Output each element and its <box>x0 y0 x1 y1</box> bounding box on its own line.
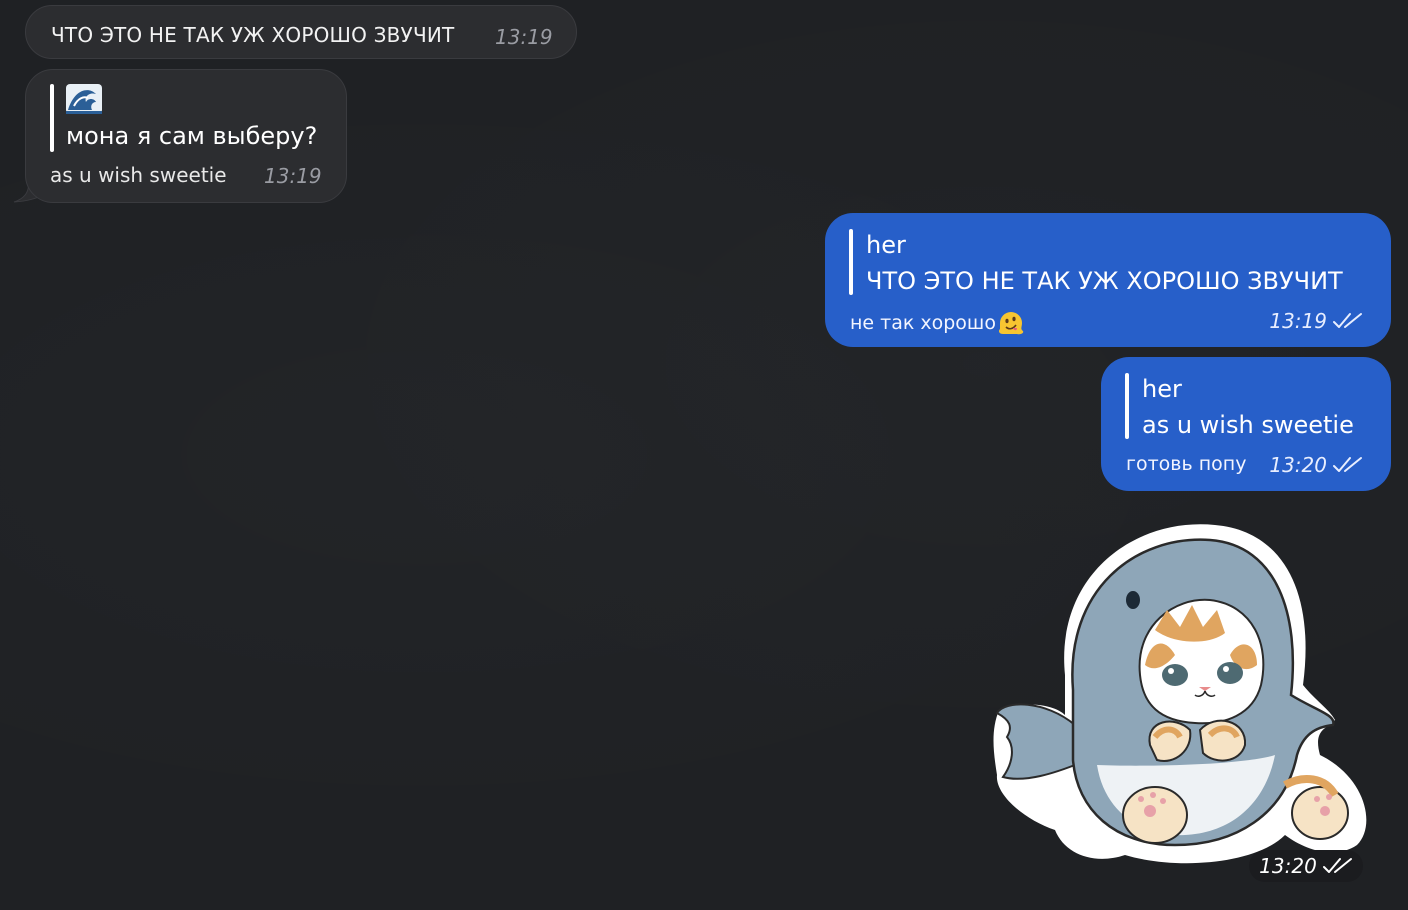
quote-bar <box>849 229 853 295</box>
message-time: 13:20 <box>1269 453 1327 477</box>
quote-bar <box>50 84 54 152</box>
double-check-icon <box>1322 858 1352 873</box>
message-text: не так хорошо <box>850 312 996 334</box>
double-check-icon <box>1333 313 1362 328</box>
chat-area: ЧТО ЭТО НЕ ТАК УЖ ХОРОШО ЗВУЧИТ 13:19 мо… <box>0 0 1408 910</box>
quoted-text: ЧТО ЭТО НЕ ТАК УЖ ХОРОШО ЗВУЧИТ <box>866 267 1343 295</box>
message-meta: 13:19 <box>1269 309 1363 333</box>
incoming-reply-message[interactable]: мона я сам выберу? as u wish sweetie 13:… <box>25 69 347 203</box>
message-meta: 13:20 <box>1269 453 1363 477</box>
message-time: 13:19 <box>495 25 553 49</box>
message-text: готовь попу <box>1126 453 1247 475</box>
message-time: 13:19 <box>264 164 322 188</box>
quoted-author: her <box>1142 375 1182 403</box>
incoming-message[interactable]: ЧТО ЭТО НЕ ТАК УЖ ХОРОШО ЗВУЧИТ 13:19 <box>25 5 577 59</box>
wave-emoji-icon <box>66 84 102 114</box>
message-text-row: готовь попу <box>1126 453 1246 475</box>
quoted-author: her <box>866 231 906 259</box>
melting-face-emoji-icon <box>998 312 1024 335</box>
quoted-text: as u wish sweetie <box>1142 411 1354 439</box>
message-time: 13:19 <box>1269 309 1327 333</box>
outgoing-reply-message[interactable]: her as u wish sweetie готовь попу 13:20 <box>1101 357 1391 491</box>
sticker-meta: 13:20 <box>1249 850 1363 882</box>
quoted-text: мона я сам выберу? <box>66 122 318 150</box>
message-time: 13:20 <box>1259 854 1317 878</box>
cat-in-shark-costume-sticker[interactable] <box>985 515 1380 870</box>
message-text: as u wish sweetie <box>50 163 227 187</box>
message-text: ЧТО ЭТО НЕ ТАК УЖ ХОРОШО ЗВУЧИТ <box>51 23 455 47</box>
quote-bar <box>1125 373 1129 439</box>
message-text-row: не так хорошо <box>850 309 1025 337</box>
double-check-icon <box>1333 457 1362 472</box>
outgoing-reply-message[interactable]: her ЧТО ЭТО НЕ ТАК УЖ ХОРОШО ЗВУЧИТ не т… <box>825 213 1391 347</box>
